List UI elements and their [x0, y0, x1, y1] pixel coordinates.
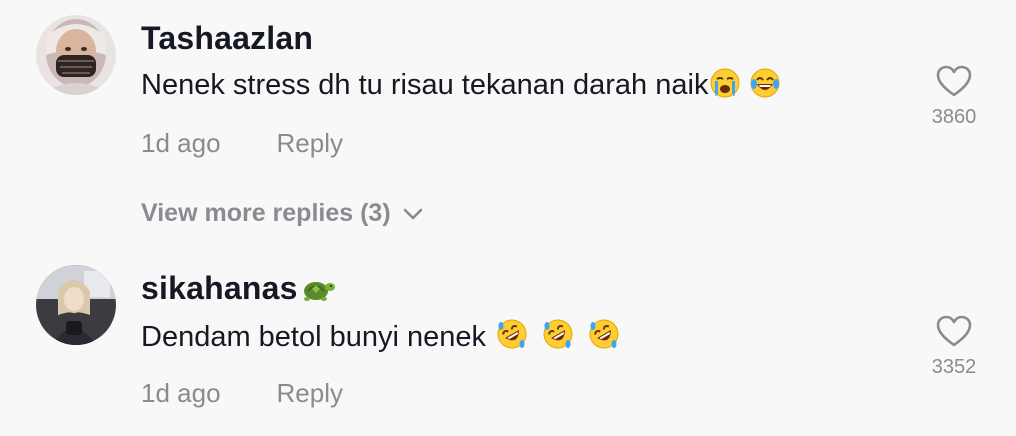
- comment-text-body: Dendam betol bunyi nenek: [141, 321, 487, 353]
- comment-meta: 1d ago Reply: [141, 378, 343, 409]
- comment-item: Tashaazlan Nenek stress dh tu risau teka…: [0, 0, 1016, 250]
- rolling-on-the-floor-laughing-icon: [496, 318, 528, 358]
- view-more-replies-label: View more replies (3): [141, 199, 391, 227]
- comment-text: Dendam betol bunyi nenek: [141, 318, 620, 358]
- view-more-replies-button[interactable]: View more replies (3): [141, 199, 423, 229]
- comment-text: Nenek stress dh tu risau tekanan darah n…: [141, 68, 780, 106]
- heart-icon: [936, 315, 972, 347]
- comment-meta: 1d ago Reply: [141, 128, 343, 159]
- reply-button[interactable]: Reply: [277, 378, 343, 408]
- like-button[interactable]: 3860: [914, 64, 994, 129]
- avatar[interactable]: [36, 265, 116, 345]
- like-button[interactable]: 3352: [914, 314, 994, 379]
- loudly-crying-face-icon: [710, 68, 740, 106]
- reply-button[interactable]: Reply: [277, 128, 343, 158]
- chevron-down-icon: [403, 198, 423, 227]
- timestamp: 1d ago: [141, 128, 221, 158]
- heart-icon: [936, 65, 972, 97]
- rolling-on-the-floor-laughing-icon: [588, 318, 620, 358]
- rolling-on-the-floor-laughing-icon: [542, 318, 574, 358]
- avatar-image: [36, 15, 116, 95]
- like-count: 3860: [931, 106, 977, 128]
- username[interactable]: sikahanas: [141, 270, 336, 311]
- comment-text-body: Nenek stress dh tu risau tekanan darah n…: [141, 69, 709, 101]
- face-with-tears-of-joy-icon: [750, 68, 780, 106]
- comment-item: sikahanas Dendam betol bunyi nenek 1d ag…: [0, 250, 1016, 436]
- username[interactable]: Tashaazlan: [141, 20, 313, 57]
- username-text: sikahanas: [141, 270, 298, 306]
- timestamp: 1d ago: [141, 378, 221, 408]
- turtle-icon: [300, 274, 336, 311]
- like-count: 3352: [931, 356, 977, 378]
- avatar-image: [36, 265, 116, 345]
- avatar[interactable]: [36, 15, 116, 95]
